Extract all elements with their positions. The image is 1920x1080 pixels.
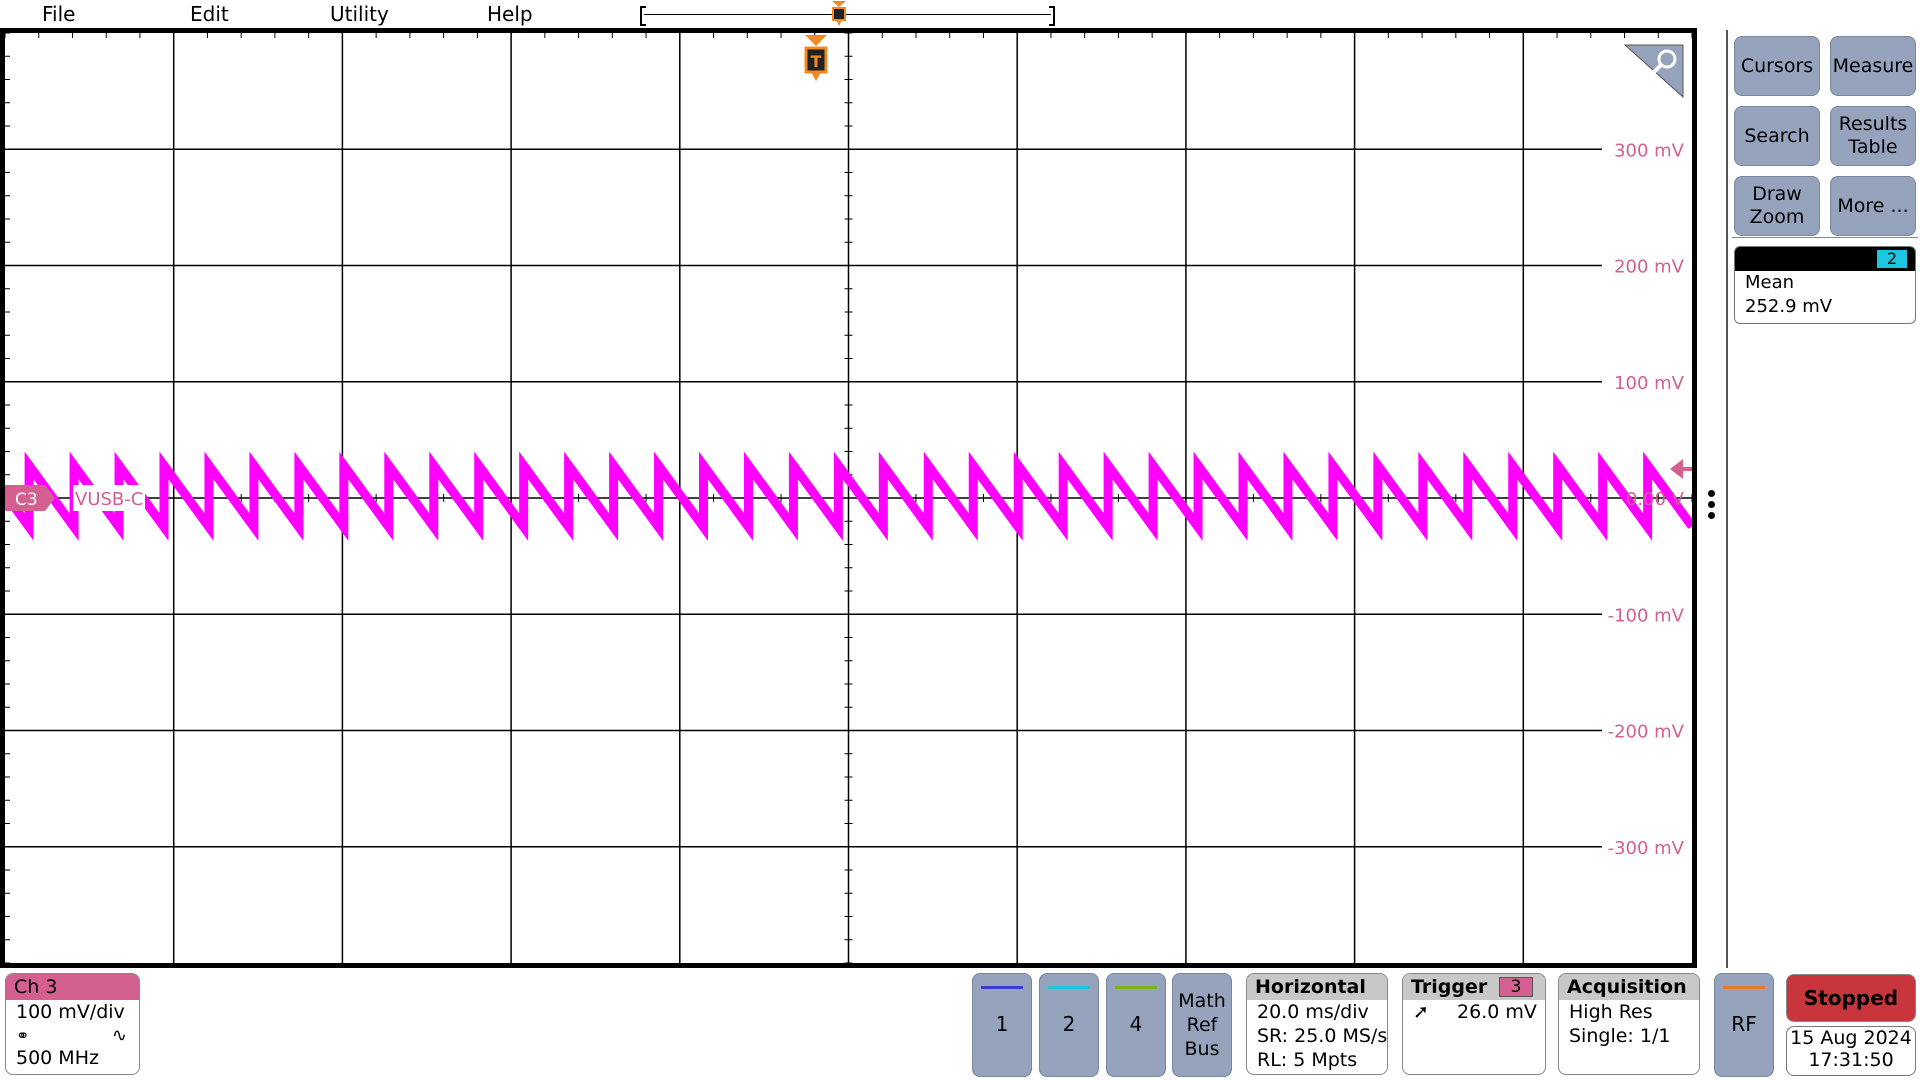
trigger-source: 3 (1499, 977, 1533, 997)
panel-divider (1732, 237, 1918, 238)
rising-edge-icon: ➚ (1413, 1001, 1429, 1023)
record-line (644, 14, 1051, 15)
menu-file[interactable]: File (42, 2, 75, 26)
draw-zoom-button[interactable]: Draw Zoom (1734, 176, 1820, 236)
trigger-title: Trigger (1411, 976, 1488, 998)
y-axis-label: 100 mV (1614, 373, 1685, 394)
y-axis-label: 300 mV (1614, 140, 1685, 161)
channel-3-scale: 100 mV/div (16, 1001, 125, 1023)
more-button[interactable]: More ... (1830, 176, 1916, 236)
run-stop-status-button[interactable]: Stopped (1786, 974, 1916, 1022)
time: 17:31:50 (1808, 1049, 1894, 1071)
settings-bar: Ch 3 100 mV/div ⚭ ∿ 500 MHz 1 2 4 Math R… (0, 968, 1920, 1080)
record-end-bracket (1049, 6, 1055, 26)
sample-rate: SR: 25.0 MS/s (1257, 1025, 1388, 1047)
channel-3-bandwidth: 500 MHz (16, 1047, 99, 1069)
menu-edit[interactable]: Edit (190, 2, 229, 26)
acquisition-count: Single: 1/1 (1569, 1025, 1671, 1047)
y-axis-label: -300 mV (1608, 838, 1685, 859)
math-ref-bus-button[interactable]: Math Ref Bus (1172, 973, 1232, 1077)
channel-4-color-bar (1115, 986, 1157, 989)
trigger-position-icon[interactable] (832, 1, 846, 27)
channel-3-marker-label: C3 (15, 490, 38, 510)
record-length: RL: 5 Mpts (1257, 1049, 1358, 1071)
channel-1-label: 1 (995, 1012, 1009, 1036)
acquisition-badge[interactable]: Acquisition High Res Single: 1/1 (1558, 973, 1700, 1075)
rf-button[interactable]: RF (1714, 973, 1774, 1077)
channel-4-button[interactable]: 4 (1106, 973, 1166, 1077)
record-start-bracket (640, 6, 646, 26)
ac-coupling-icon: ∿ (111, 1025, 127, 1046)
menu-utility[interactable]: Utility (330, 2, 389, 26)
horizontal-title: Horizontal (1247, 974, 1387, 1000)
channel-3-marker: C3 (5, 485, 55, 511)
trigger-level: 26.0 mV (1457, 1001, 1537, 1023)
measurement-source: 2 (1877, 250, 1907, 268)
date: 15 Aug 2024 (1790, 1027, 1912, 1049)
horizontal-badge[interactable]: Horizontal 20.0 ms/div SR: 25.0 MS/s RL:… (1246, 973, 1388, 1075)
y-axis-label: 0.00 V (1626, 489, 1685, 510)
trigger-marker-label: T (811, 52, 822, 71)
menu-help[interactable]: Help (487, 2, 533, 26)
channel-3-title: Ch 3 (6, 974, 139, 1000)
waveform-display[interactable]: 300 mV 200 mV 100 mV 0.00 V -100 mV -200 mV -3… (5, 33, 1692, 963)
channel-1-button[interactable]: 1 (972, 973, 1032, 1077)
more-options-icon[interactable] (1708, 490, 1716, 519)
record-length-bar[interactable] (640, 1, 1055, 26)
channel-2-label: 2 (1062, 1012, 1076, 1036)
search-button[interactable]: Search (1734, 106, 1820, 166)
right-panel: Cursors Measure Search Results Table Dra… (1726, 30, 1920, 1080)
measurement-value: 252.9 mV (1745, 296, 1833, 317)
trigger-level-arrow (1670, 459, 1692, 479)
date-time-display[interactable]: 15 Aug 2024 17:31:50 (1786, 1026, 1916, 1076)
trigger-badge[interactable]: Trigger 3 ➚ 26.0 mV (1402, 973, 1546, 1075)
zoom-icon (1623, 44, 1684, 99)
horizontal-scale: 20.0 ms/div (1257, 1001, 1369, 1023)
results-table-button[interactable]: Results Table (1830, 106, 1916, 166)
rf-label: RF (1731, 1012, 1757, 1036)
y-axis-label: -100 mV (1608, 605, 1685, 626)
channel-1-color-bar (981, 986, 1023, 989)
measure-button[interactable]: Measure (1830, 36, 1916, 96)
acquisition-title: Acquisition (1559, 974, 1699, 1000)
y-axis-label: -200 mV (1608, 722, 1685, 743)
rf-color-bar (1723, 986, 1765, 989)
measurement-name: Mean (1745, 272, 1795, 293)
menu-bar: File Edit Utility Help (0, 0, 1700, 30)
waveform-name-label: VUSB-C (75, 489, 143, 510)
channel-3-badge[interactable]: Ch 3 100 mV/div ⚭ ∿ 500 MHz (5, 973, 140, 1075)
channel-2-button[interactable]: 2 (1039, 973, 1099, 1077)
channel-2-color-bar (1048, 986, 1090, 989)
y-axis-label: 200 mV (1614, 257, 1685, 278)
measurement-badge-mean[interactable]: 2 Mean 252.9 mV (1734, 246, 1916, 324)
probe-icon: ⚭ (16, 1026, 30, 1045)
cursors-button[interactable]: Cursors (1734, 36, 1820, 96)
acquisition-mode: High Res (1569, 1001, 1653, 1023)
channel-4-label: 4 (1129, 1012, 1143, 1036)
trigger-marker: T (804, 35, 828, 81)
